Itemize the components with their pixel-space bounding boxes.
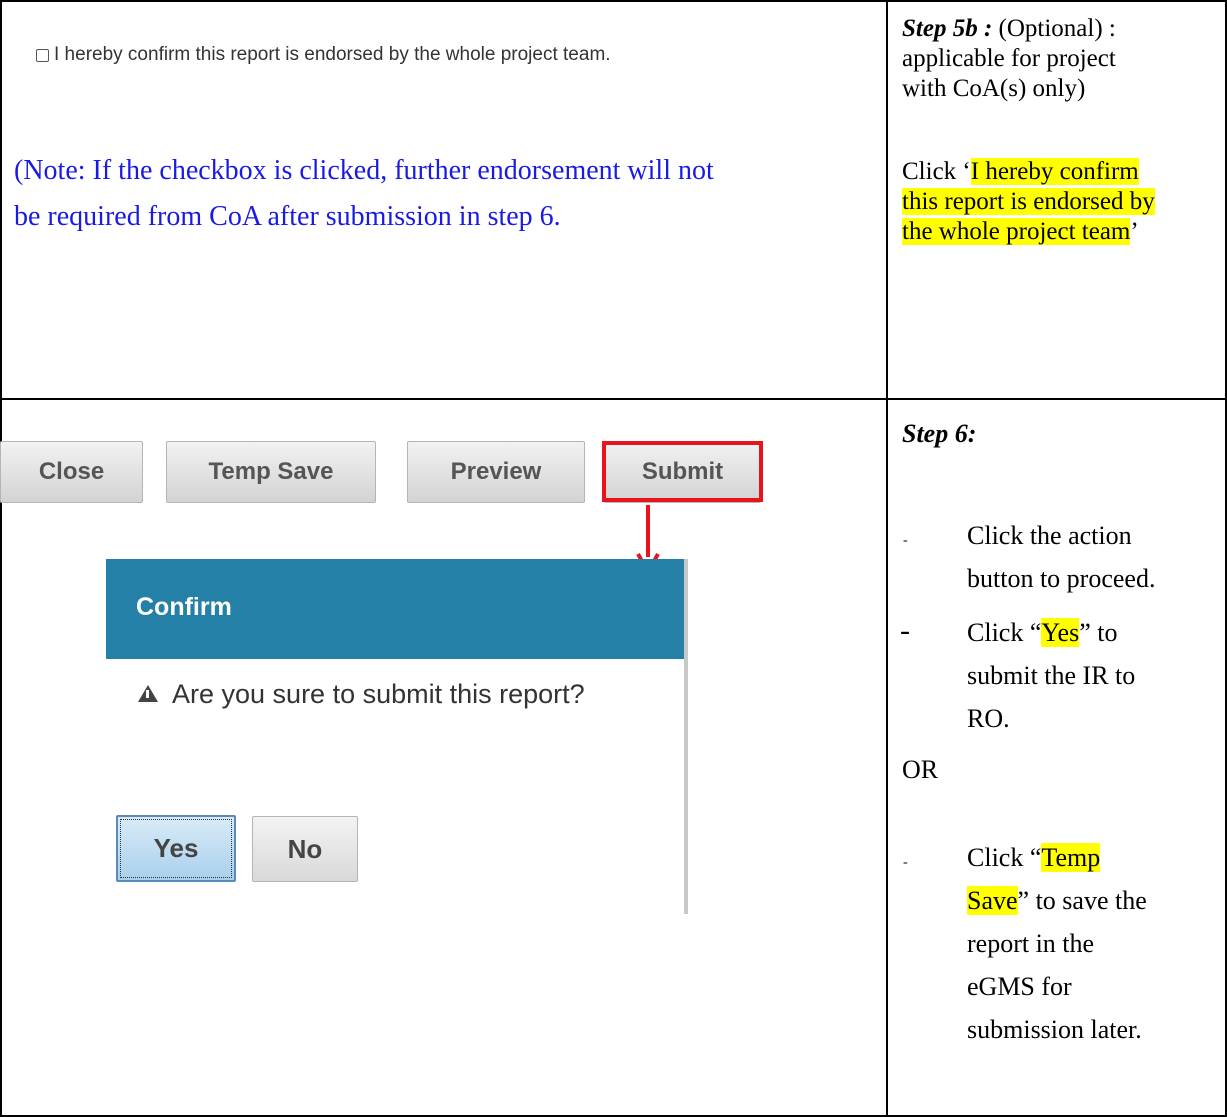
step-6-title: Step 6: [902, 419, 977, 448]
step-6-item-1-line-2: button to proceed. [967, 564, 1156, 593]
endorse-note-line-1: (Note: If the checkbox is clicked, furth… [14, 155, 714, 186]
step-5b-instructions: Step 5b : (Optional) : applicable for pr… [902, 14, 1220, 247]
confirm-dialog-message: Are you sure to submit this report? [172, 679, 585, 709]
step-5b-optional: (Optional) : [992, 15, 1116, 42]
step-5b-title: Step 5b : [902, 15, 993, 42]
step-5b-click-suffix: ’ [1130, 218, 1139, 245]
step-6-item-2-prefix: Click “ [967, 618, 1042, 647]
step-5b-line-2: applicable for project [902, 45, 1116, 72]
step-6-item-3-line-3: report in the [967, 929, 1095, 958]
bullet-2: - [900, 614, 910, 647]
step-6-item-3: Click “Temp Save” to save the report in … [967, 836, 1227, 1051]
step-6-item-2-suffix: ” to [1079, 618, 1118, 647]
yes-button[interactable]: Yes [116, 815, 236, 882]
endorse-checkbox-label: I hereby confirm this report is endorsed… [54, 44, 611, 65]
no-button[interactable]: No [252, 816, 358, 882]
step-6-or: OR [902, 755, 939, 784]
step-6-yes-highlight: Yes [1041, 618, 1080, 647]
table-column-divider [886, 0, 888, 1117]
step-6-item-3-suffix: ” to save the [1017, 886, 1147, 915]
step-5b-highlight-1: I hereby confirm [970, 158, 1139, 185]
close-button[interactable]: Close [0, 441, 143, 503]
step-6-item-3-prefix: Click “ [967, 843, 1042, 872]
bullet-1: - [903, 533, 908, 548]
step-6-item-2-line-2: submit the IR to [967, 661, 1136, 690]
endorse-note: (Note: If the checkbox is clicked, furth… [14, 148, 874, 240]
dialog-scrollbar[interactable] [684, 559, 688, 914]
step-6-temp-highlight: Temp [1041, 843, 1101, 872]
table-border-left [0, 0, 2, 1117]
endorse-checkbox-row[interactable]: I hereby confirm this report is endorsed… [36, 44, 611, 66]
confirm-dialog-title: Confirm [106, 559, 686, 659]
table-border-top [0, 0, 1227, 2]
confirm-dialog-message-row: Are you sure to submit this report? [138, 679, 585, 710]
step-5b-line-3: with CoA(s) only) [902, 75, 1086, 102]
warning-icon [138, 685, 158, 702]
endorse-checkbox[interactable] [36, 48, 49, 62]
preview-button[interactable]: Preview [407, 441, 585, 503]
step-6-item-3-line-5: submission later. [967, 1015, 1142, 1044]
bullet-3: - [903, 855, 908, 870]
endorse-note-line-2: be required from CoA after submission in… [14, 201, 561, 232]
table-row-divider [0, 398, 1227, 400]
step-6-item-1: Click the action button to proceed. [967, 514, 1227, 600]
step-5b-highlight-3: the whole project team [902, 218, 1131, 245]
step-5b-click-prefix: Click ‘ [902, 158, 971, 185]
step-6-save-highlight: Save [967, 886, 1018, 915]
step-5b-highlight-2: this report is endorsed by [902, 188, 1155, 215]
step-6-item-1-line-1: Click the action [967, 521, 1132, 550]
step-6-item-3-line-4: eGMS for [967, 972, 1072, 1001]
temp-save-button[interactable]: Temp Save [166, 441, 376, 503]
submit-highlight-box [602, 441, 763, 502]
step-6-item-2-line-3: RO. [967, 704, 1010, 733]
step-6-item-2: Click “Yes” to submit the IR to RO. [967, 611, 1227, 740]
